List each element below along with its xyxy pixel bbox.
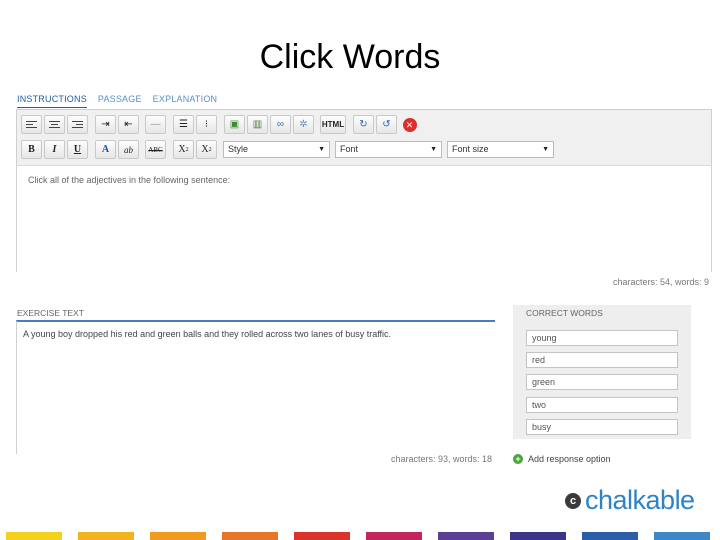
footer-color-bar — [582, 532, 638, 540]
link-icon[interactable]: ∞ — [270, 115, 291, 134]
indent-icon[interactable]: ⇥ — [95, 115, 116, 134]
chevron-down-icon: ▼ — [542, 146, 549, 153]
chalkable-logo-icon: c — [565, 492, 581, 509]
correct-words-label: CORRECT WORDS — [526, 308, 603, 318]
plus-icon: + — [513, 454, 523, 464]
correct-word-field[interactable]: young — [526, 330, 678, 346]
highlight-button[interactable]: ab — [118, 140, 139, 159]
chevron-down-icon: ▼ — [430, 146, 437, 153]
subscript-label: X — [178, 144, 186, 155]
exercise-text-area[interactable]: A young boy dropped his red and green ba… — [16, 320, 495, 454]
redo-icon[interactable]: ↻ — [353, 115, 374, 134]
exercise-text[interactable]: A young boy dropped his red and green ba… — [23, 329, 391, 339]
instructions-text[interactable]: Click all of the adjectives in the follo… — [28, 175, 230, 185]
footer-color-bar — [78, 532, 134, 540]
html-source-button[interactable]: HTML — [320, 115, 346, 134]
style-select-value: Style — [228, 144, 249, 154]
video-icon[interactable]: ▥ — [247, 115, 268, 134]
bulleted-list-icon[interactable]: ⁝ — [196, 115, 217, 134]
horizontal-rule-icon[interactable]: — — [145, 115, 166, 134]
font-size-select-value: Font size — [452, 144, 489, 154]
image-icon[interactable]: ▣ — [224, 115, 245, 134]
underline-button[interactable]: U — [67, 140, 88, 159]
chevron-down-icon: ▼ — [318, 146, 325, 153]
style-select[interactable]: Style ▼ — [223, 141, 330, 158]
superscript-label: X — [201, 144, 209, 155]
align-left-icon[interactable] — [21, 115, 42, 134]
special-char-icon[interactable]: ✲ — [293, 115, 314, 134]
footer-color-bar — [438, 532, 494, 540]
outdent-icon[interactable]: ⇤ — [118, 115, 139, 134]
footer-color-bar — [366, 532, 422, 540]
font-select[interactable]: Font ▼ — [335, 141, 442, 158]
font-select-value: Font — [340, 144, 359, 154]
tab-explanation[interactable]: EXPLANATION — [153, 94, 218, 108]
add-response-button[interactable]: + Add response option — [513, 454, 611, 464]
footer-color-bar — [222, 532, 278, 540]
italic-button[interactable]: I — [44, 140, 65, 159]
align-center-icon[interactable] — [44, 115, 65, 134]
correct-words-panel: CORRECT WORDS young red green two busy — [513, 305, 691, 439]
exercise-label: EXERCISE TEXT — [17, 308, 84, 318]
remove-icon[interactable]: ✕ — [399, 115, 420, 134]
footer-color-bar — [150, 532, 206, 540]
correct-word-field[interactable]: busy — [526, 419, 678, 435]
superscript-button[interactable]: X2 — [196, 140, 217, 159]
numbered-list-icon[interactable]: ☰ — [173, 115, 194, 134]
add-response-label: Add response option — [528, 454, 611, 464]
bold-button[interactable]: B — [21, 140, 42, 159]
brand-name: chalkable — [585, 485, 695, 515]
footer-color-bar — [510, 532, 566, 540]
footer-color-bar — [654, 532, 710, 540]
editor-tabs: INSTRUCTIONS PASSAGE EXPLANATION — [17, 94, 217, 108]
slide-title: Click Words — [259, 38, 441, 76]
correct-word-field[interactable]: red — [526, 352, 678, 368]
brand-logo: c chalkable — [565, 485, 695, 516]
tab-instructions[interactable]: INSTRUCTIONS — [17, 94, 87, 108]
editor-toolbar: ⇥ ⇤ — ☰ ⁝ ▣ ▥ ∞ ✲ HTML ↻ ↺ ✕ B I U A ab … — [17, 110, 711, 166]
undo-icon[interactable]: ↺ — [376, 115, 397, 134]
font-size-select[interactable]: Font size ▼ — [447, 141, 554, 158]
font-color-button[interactable]: A — [95, 140, 116, 159]
correct-word-field[interactable]: two — [526, 397, 678, 413]
footer-color-bar — [294, 532, 350, 540]
align-right-icon[interactable] — [67, 115, 88, 134]
instructions-counter: characters: 54, words: 9 — [612, 277, 709, 287]
exercise-counter: characters: 93, words: 18 — [391, 454, 493, 464]
tab-passage[interactable]: PASSAGE — [98, 94, 142, 108]
strikethrough-button[interactable]: ABC — [145, 140, 166, 159]
correct-word-field[interactable]: green — [526, 374, 678, 390]
subscript-button[interactable]: X2 — [173, 140, 194, 159]
footer-color-bar — [6, 532, 62, 540]
instructions-editor: ⇥ ⇤ — ☰ ⁝ ▣ ▥ ∞ ✲ HTML ↻ ↺ ✕ B I U A ab … — [16, 109, 712, 272]
